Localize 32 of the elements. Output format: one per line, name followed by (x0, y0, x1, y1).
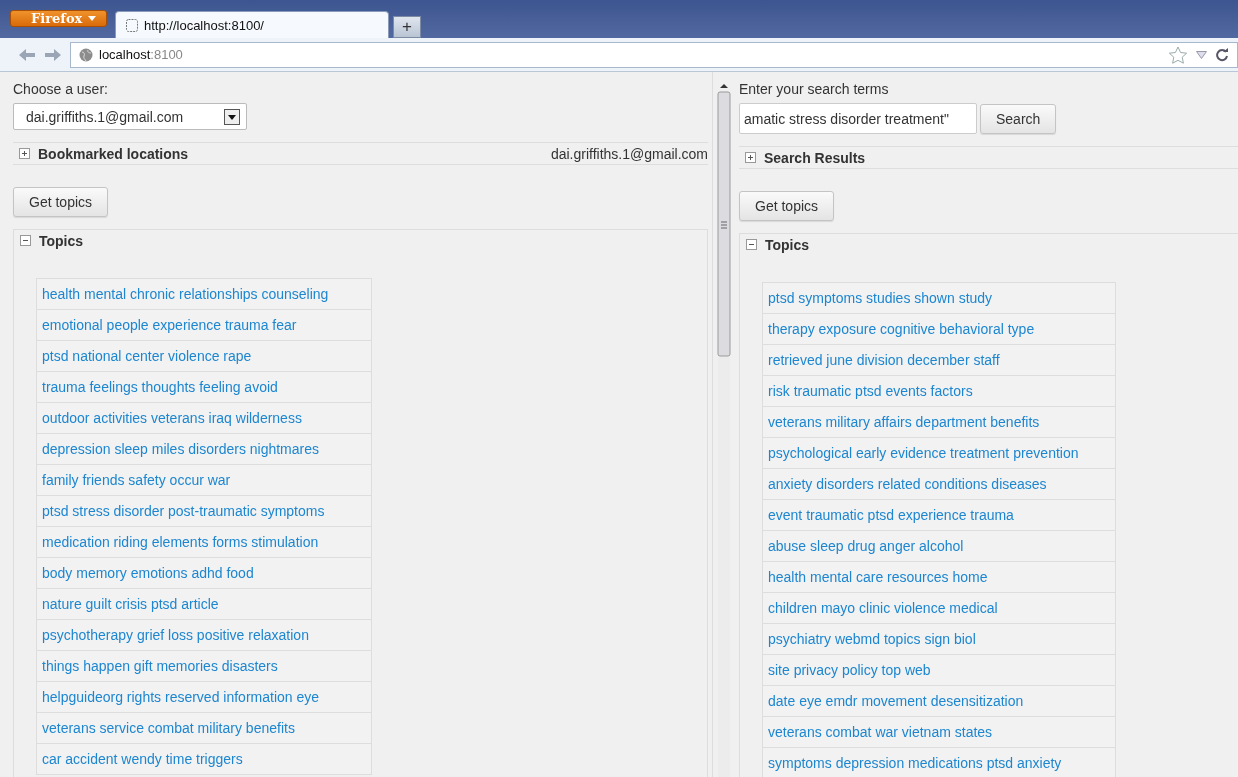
section-header[interactable]: Bookmarked locations dai.griffiths.1@gmail.com (13, 142, 708, 165)
field-label: Enter your search terms (739, 81, 890, 97)
reload-icon[interactable] (1215, 47, 1229, 62)
collapse-icon[interactable] (20, 235, 31, 246)
search-field[interactable]: amatic stress disorder treatment" (739, 103, 977, 134)
address-bar[interactable]: localhost:8100 (70, 41, 1238, 68)
blank-page-icon (126, 18, 138, 32)
star-icon[interactable] (1168, 45, 1188, 64)
section-header[interactable]: Search Results (739, 146, 1238, 169)
section-title: Search Results (764, 149, 866, 166)
firefox-menu-button[interactable]: Firefox (10, 10, 108, 27)
user-select[interactable]: dai.griffiths.1@gmail.com (13, 103, 247, 130)
section-title: Bookmarked locations (38, 145, 189, 162)
collapse-icon[interactable] (746, 239, 757, 250)
user-email: dai.griffiths.1@gmail.com (550, 145, 708, 162)
get-topics-button[interactable]: Get topics (739, 191, 835, 221)
get-topics-button[interactable]: Get topics (13, 187, 109, 217)
caret-icon (88, 16, 97, 21)
section-title: Topics (39, 232, 84, 249)
expand-icon[interactable] (745, 152, 756, 163)
search-button[interactable]: Search (980, 103, 1057, 134)
section-header[interactable]: Topics (14, 230, 707, 251)
field-label: Choose a user: (13, 81, 109, 97)
dropdown-arrow-icon[interactable] (1196, 50, 1207, 59)
url-text: localhost:8100 (99, 47, 183, 62)
globe-icon (79, 47, 93, 62)
new-tab-button[interactable]: + (393, 16, 421, 38)
browser-tab[interactable]: http://localhost:8100/ (115, 11, 389, 38)
section-title: Topics (765, 236, 810, 253)
expand-icon[interactable] (19, 148, 30, 159)
section-header[interactable]: Topics (740, 234, 1238, 255)
tab-title: http://localhost:8100/ (144, 17, 264, 33)
